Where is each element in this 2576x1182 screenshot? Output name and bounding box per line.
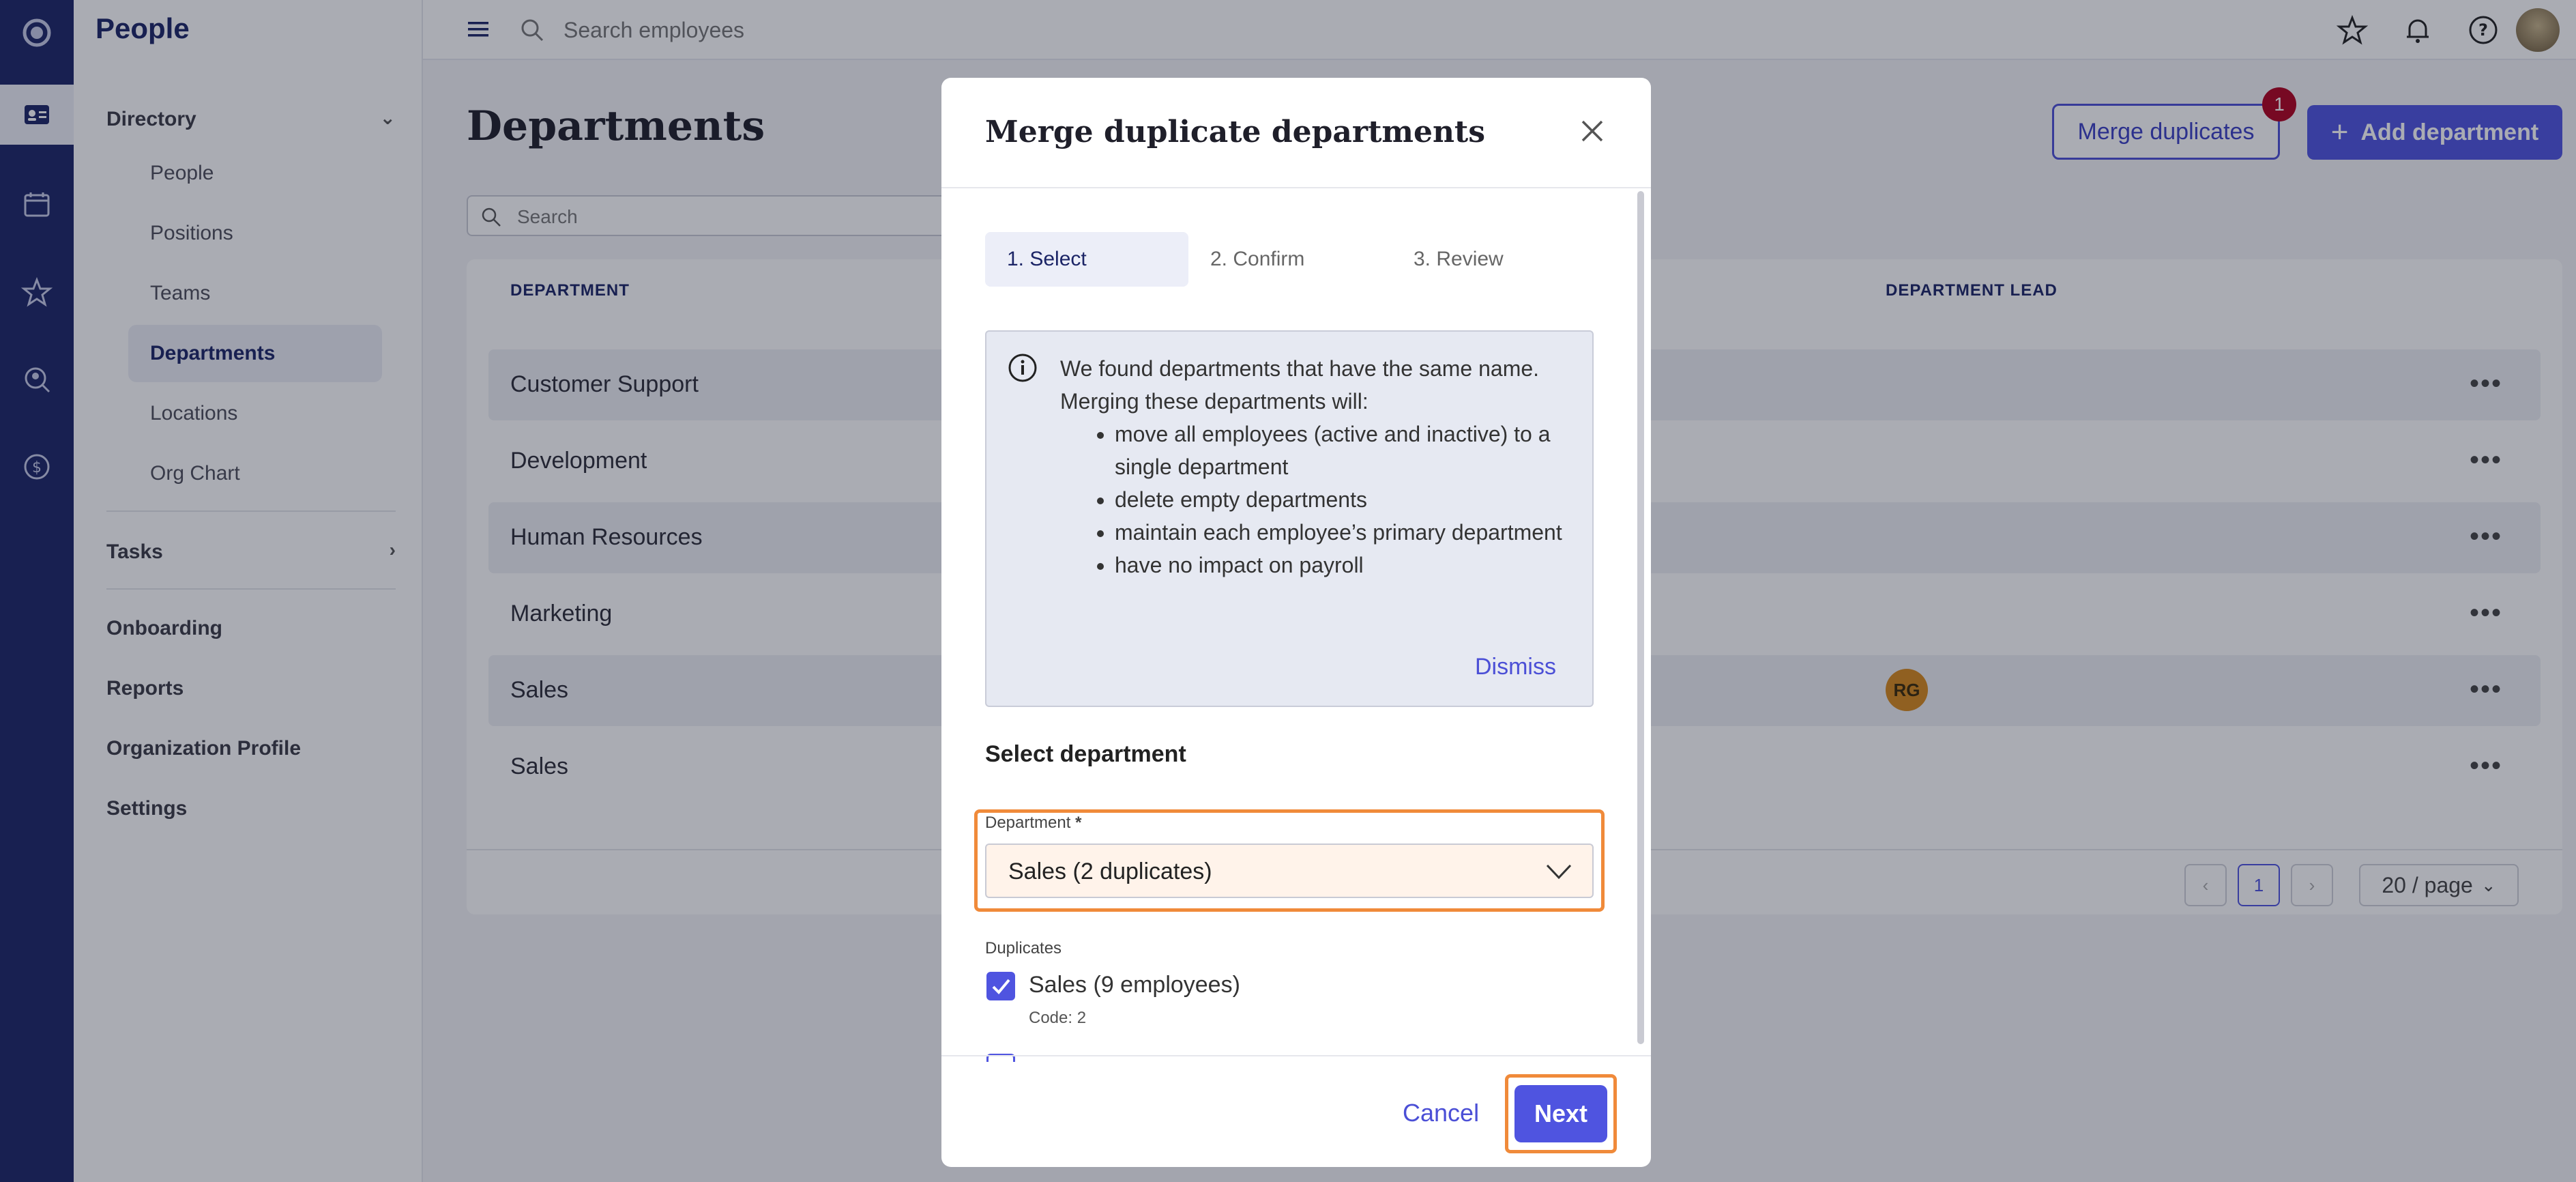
list-item: delete empty departments <box>1115 483 1585 516</box>
field-label-text: Department <box>985 813 1071 832</box>
close-icon[interactable] <box>1577 116 1607 146</box>
duplicate-checkbox[interactable] <box>986 972 1015 1000</box>
modal-scrollbar[interactable] <box>1637 191 1644 1044</box>
list-item: move all employees (active and inactive)… <box>1115 418 1585 483</box>
section-title: Select department <box>985 741 1186 767</box>
department-select[interactable]: Sales (2 duplicates) <box>985 844 1594 898</box>
merge-departments-modal: Merge duplicate departments 1. Select 2.… <box>941 78 1651 1167</box>
modal-divider <box>941 187 1651 188</box>
info-banner: We found departments that have the same … <box>985 330 1594 707</box>
info-icon <box>1008 354 1037 382</box>
info-text: We found departments that have the same … <box>1060 352 1585 581</box>
info-intro: We found departments that have the same … <box>1060 356 1540 381</box>
step-select[interactable]: 1. Select <box>985 232 1188 287</box>
list-item: maintain each employee’s primary departm… <box>1115 516 1585 549</box>
selected-department-value: Sales (2 duplicates) <box>1008 859 1212 884</box>
list-item: have no impact on payroll <box>1115 549 1585 581</box>
duplicate-name: Sales (9 employees) <box>1029 972 1240 998</box>
duplicates-label: Duplicates <box>985 939 1062 957</box>
modal-title: Merge duplicate departments <box>985 115 1486 149</box>
info-intro: Merging these departments will: <box>1060 389 1368 414</box>
required-mark: * <box>1075 813 1082 832</box>
dismiss-link[interactable]: Dismiss <box>1475 654 1556 680</box>
step-confirm[interactable]: 2. Confirm <box>1188 232 1392 287</box>
checkmark-icon <box>992 979 1010 994</box>
modal-footer-divider <box>941 1055 1651 1056</box>
next-button[interactable]: Next <box>1514 1085 1607 1142</box>
info-list: move all employees (active and inactive)… <box>1115 418 1585 581</box>
chevron-down-icon <box>1546 864 1572 880</box>
duplicate-code: Code: 2 <box>1029 1009 1087 1027</box>
step-review[interactable]: 3. Review <box>1392 232 1595 287</box>
cancel-button[interactable]: Cancel <box>1403 1099 1479 1127</box>
department-field-label: Department * <box>985 813 1081 833</box>
